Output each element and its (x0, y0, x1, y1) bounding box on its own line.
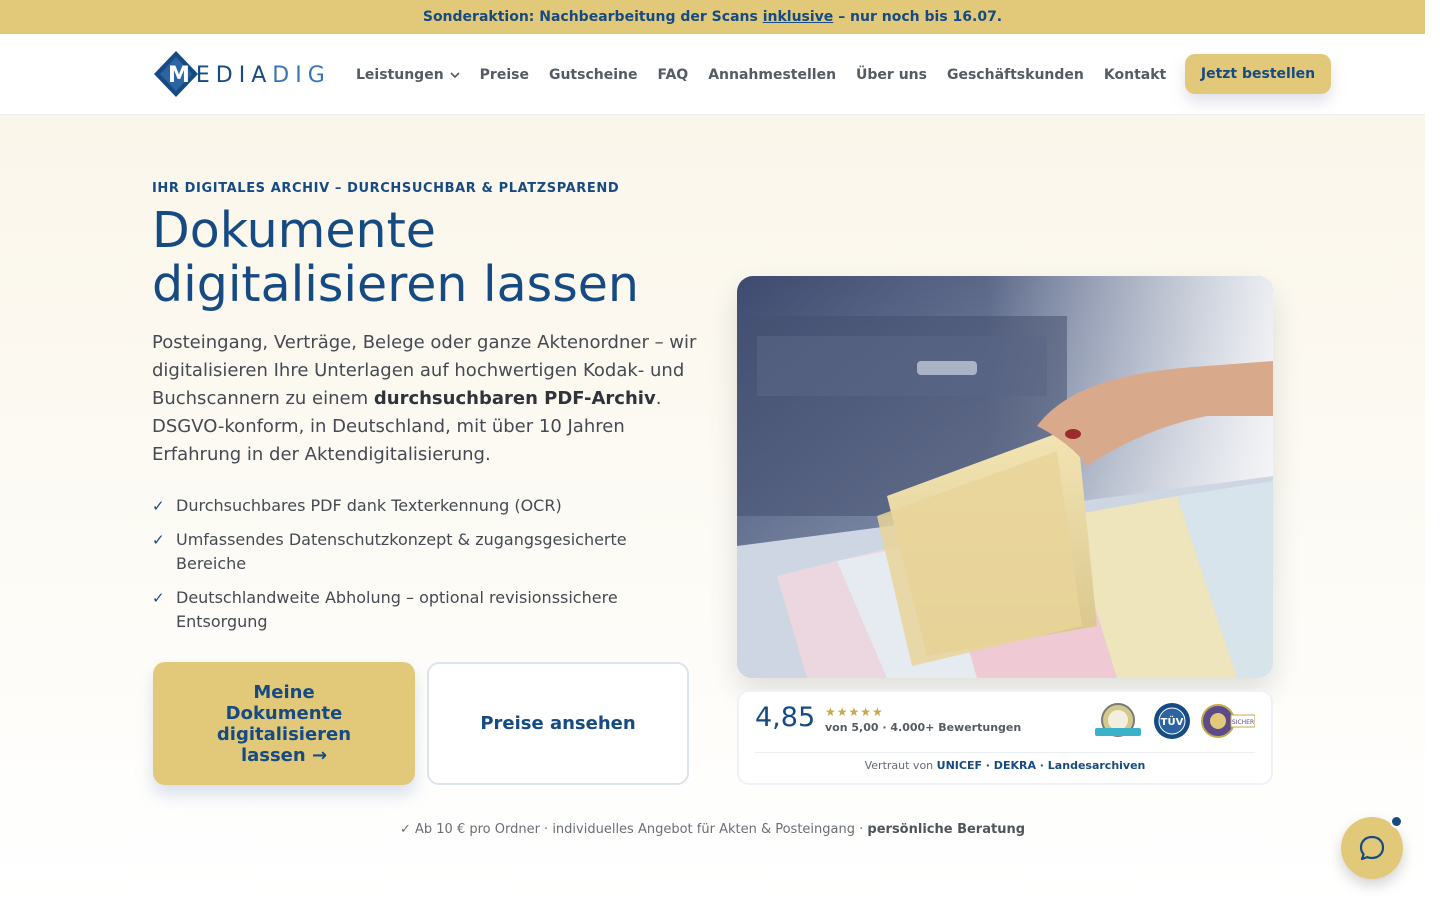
list-item: ✓ Umfassendes Datenschutzkonzept & zugang… (152, 528, 692, 576)
trusted-by-names: UNICEF · DEKRA · Landesarchiven (936, 759, 1146, 772)
rating-card: 4,85 ★★★★★ von 5,00 · 4.000+ Bewertungen… (737, 690, 1273, 785)
benefits-list: ✓ Durchsuchbares PDF dank Texterkennung (… (152, 494, 692, 644)
svg-text:SICHER: SICHER (1232, 719, 1254, 726)
nav-item-preise[interactable]: Preise (480, 67, 529, 83)
hero-lead: Posteingang, Verträge, Belege oder ganze… (152, 332, 697, 465)
chevron-down-icon (450, 67, 460, 83)
notification-dot (1390, 815, 1403, 828)
list-item: ✓ Deutschlandweite Abholung – optional re… (152, 586, 692, 634)
pricing-note: ✓ Ab 10 € pro Ordner · individuelles Ang… (399, 822, 1026, 837)
logo[interactable]: MEDIADIG (152, 49, 344, 99)
tuv-badge-icon: TÜV (1154, 703, 1190, 739)
main-nav: Leistungen Preise Gutscheine FAQ Annahme… (356, 34, 1186, 115)
list-item: ✓ Durchsuchbares PDF dank Texterkennung (… (152, 494, 692, 518)
trust-badges: TÜV SICHER (1083, 702, 1255, 740)
award-seal-icon (1095, 703, 1141, 737)
trusted-by: Vertraut von UNICEF · DEKRA · Landesarch… (864, 759, 1146, 772)
page-title: Dokumente digitalisieren lassen (152, 202, 639, 313)
order-now-button[interactable]: Jetzt bestellen (1185, 54, 1331, 94)
promo-link[interactable]: inklusive (763, 9, 834, 25)
nav-item-kontakt[interactable]: Kontakt (1104, 67, 1166, 83)
lead-highlight: durchsuchbaren PDF-Archiv (373, 388, 656, 409)
nav-item-faq[interactable]: FAQ (657, 67, 688, 83)
hero-eyebrow: IHR DIGITALES ARCHIV – DURCHSUCHBAR & PL… (152, 181, 620, 196)
chat-bubble-icon (1359, 835, 1385, 861)
promo-banner: Sonderaktion: Nachbearbeitung der Scans … (0, 0, 1425, 34)
secure-shop-seal-icon: SICHER (1201, 704, 1255, 738)
rating-count: von 5,00 · 4.000+ Bewertungen (825, 721, 1022, 734)
promo-text: Sonderaktion: Nachbearbeitung der Scans (422, 9, 758, 25)
site-header: MEDIADIG Leistungen Preise Gutscheine FA… (0, 34, 1425, 115)
nav-item-ueber-uns[interactable]: Über uns (856, 67, 927, 83)
logo-wordmark: MEDIADIG (168, 63, 331, 88)
check-icon: ✓ (152, 589, 165, 607)
rating-score: 4,85 (755, 702, 816, 733)
nav-item-gutscheine[interactable]: Gutscheine (549, 67, 638, 83)
svg-text:TÜV: TÜV (1161, 714, 1184, 728)
digitize-documents-button[interactable]: Meine Dokumente digitalisieren lassen → (153, 662, 415, 785)
nav-item-geschaeftskunden[interactable]: Geschäftskunden (947, 67, 1084, 83)
promo-deadline: – nur noch bis 16.07. (838, 9, 1003, 25)
check-icon: ✓ (152, 497, 165, 515)
view-prices-button[interactable]: Preise ansehen (427, 662, 689, 785)
divider (755, 752, 1255, 753)
file-drawer-image (737, 276, 1273, 678)
check-icon: ✓ (152, 531, 165, 549)
nav-item-annahmestellen[interactable]: Annahmestellen (708, 67, 836, 83)
nav-item-leistungen[interactable]: Leistungen (356, 67, 460, 83)
hero-photo (737, 276, 1273, 678)
star-rating-icon: ★★★★★ (825, 705, 884, 719)
